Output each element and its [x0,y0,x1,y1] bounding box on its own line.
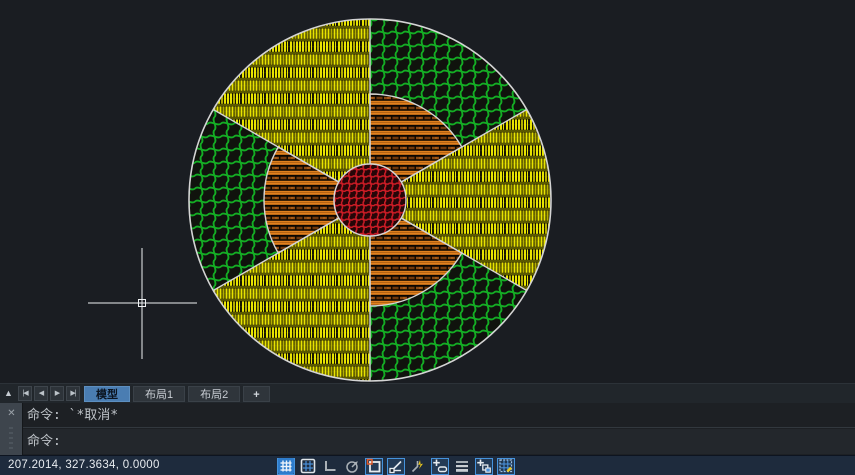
coordinates-readout: 207.2014, 327.3634, 0.0000 [8,456,160,475]
object-snap-tracking-icon[interactable] [387,458,405,475]
red-center-circle[interactable] [334,164,406,236]
command-input-line[interactable]: 命令: [23,429,855,454]
tab-layout2[interactable]: 布局2 [188,386,240,402]
grip-dots [9,427,13,449]
tab-layout1[interactable]: 布局1 [133,386,185,402]
add-layout-button[interactable]: + [243,386,269,402]
close-icon[interactable]: ✕ [5,407,18,420]
lineweight-icon[interactable] [453,458,471,475]
dynamic-input-icon[interactable] [431,458,449,475]
crosshair-cursor [88,248,197,359]
status-bar: 207.2014, 327.3634, 0.0000 [0,455,855,475]
ortho-mode-icon[interactable] [321,458,339,475]
tab-model[interactable]: 模型 [84,386,130,402]
snap-mode-icon[interactable] [277,458,295,475]
layout-tab-bar: ▲ |◀ ◀ ▶ ▶| 模型 布局1 布局2 + [0,383,855,403]
quick-properties-icon[interactable] [475,458,493,475]
next-tab-button[interactable]: ▶ [50,386,64,401]
drawing-canvas[interactable] [0,0,855,383]
selection-cycling-icon[interactable] [497,458,515,475]
object-snap-icon[interactable] [365,458,383,475]
polar-tracking-icon[interactable] [343,458,361,475]
command-window-grip[interactable]: ✕ [0,403,23,455]
last-tab-button[interactable]: ▶| [66,386,80,401]
hatched-wheel-drawing[interactable] [0,0,855,383]
expand-tabs-button[interactable]: ▲ [1,386,16,401]
command-window: ✕ 命令: `*取消* 命令: [0,403,855,455]
command-history-line: 命令: `*取消* [23,403,855,428]
first-tab-button[interactable]: |◀ [18,386,32,401]
prev-tab-button[interactable]: ◀ [34,386,48,401]
status-toggle-strip [277,457,515,475]
cad-application-window: ▲ |◀ ◀ ▶ ▶| 模型 布局1 布局2 + ✕ 命令: `*取消* 命令:… [0,0,855,475]
grid-display-icon[interactable] [299,458,317,475]
dynamic-ucs-icon[interactable] [409,458,427,475]
